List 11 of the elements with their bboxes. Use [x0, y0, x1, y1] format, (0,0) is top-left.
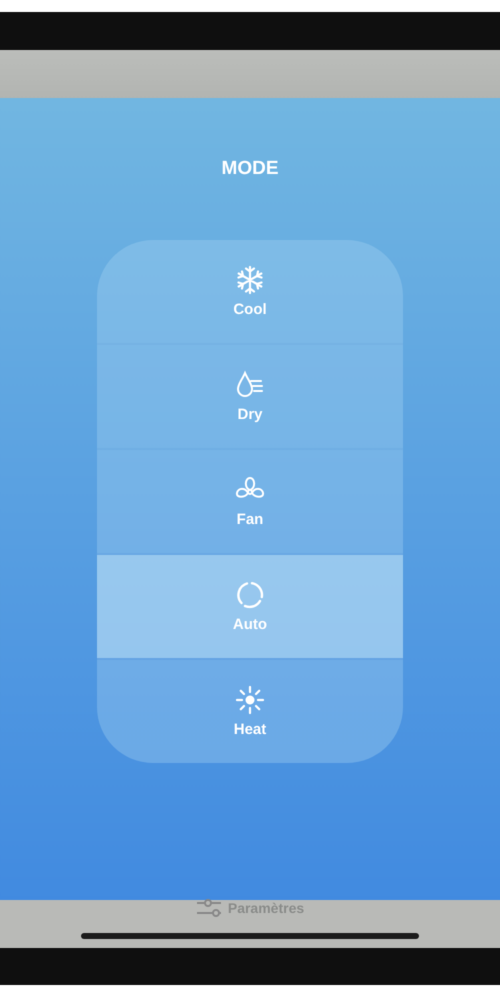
- sun-icon: [235, 685, 265, 715]
- sliders-icon: [196, 899, 222, 917]
- cycle-icon: [235, 580, 265, 610]
- mode-option[interactable]: Dry: [97, 345, 403, 448]
- mode-option[interactable]: Cool: [97, 240, 403, 343]
- snowflake-icon: [235, 265, 265, 295]
- mode-option[interactable]: Heat: [97, 660, 403, 763]
- mode-option[interactable]: Fan: [97, 450, 403, 553]
- mode-option[interactable]: Auto: [97, 555, 403, 658]
- mode-title: MODE: [222, 158, 278, 180]
- droplet-icon: [235, 370, 265, 400]
